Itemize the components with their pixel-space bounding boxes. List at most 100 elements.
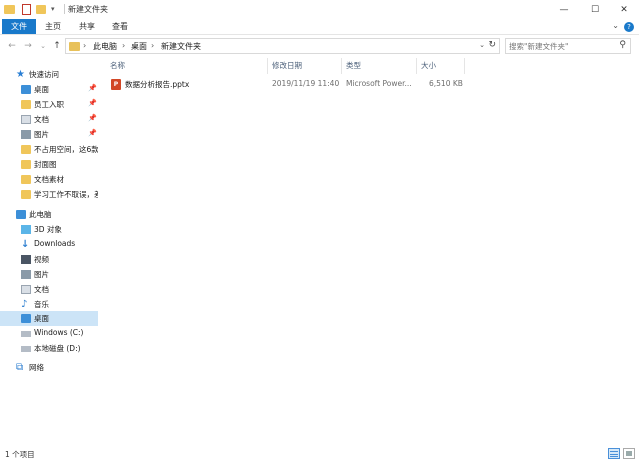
sidebar-item-label: 桌面: [34, 314, 49, 323]
sidebar-item-label: 文档素材: [34, 175, 64, 184]
search-box[interactable]: ⚲: [505, 38, 631, 54]
drive-icon: [21, 331, 31, 337]
forward-button[interactable]: →: [22, 39, 34, 53]
file-list: 名称 修改日期 类型 大小 P 数据分析报告.pptx 2019/11/19 1…: [104, 56, 639, 445]
drive-icon: [21, 346, 31, 352]
chevron-right-icon[interactable]: ›: [83, 41, 86, 50]
column-divider[interactable]: [267, 58, 268, 74]
item-count: 1 个项目: [5, 450, 35, 459]
recent-locations-button[interactable]: ⌄: [37, 39, 49, 53]
sidebar-item-label: 学习工作不取误，差: [34, 190, 98, 199]
file-size: 6,510 KB: [429, 79, 463, 88]
column-divider[interactable]: [341, 58, 342, 74]
sidebar-item-folder[interactable]: 学习工作不取误，差: [0, 187, 98, 202]
sidebar-item-label: 图片: [34, 130, 49, 139]
breadcrumb-desktop[interactable]: 桌面: [131, 41, 147, 52]
sidebar-item-3d-objects[interactable]: 3D 对象: [0, 222, 98, 237]
new-folder-icon[interactable]: [36, 3, 46, 15]
downloads-icon: ↓: [21, 239, 30, 250]
sidebar-item-label: 封面图: [34, 160, 57, 169]
file-name: 数据分析报告.pptx: [125, 80, 190, 89]
sidebar-item-folder[interactable]: 不占用空间，这6款: [0, 142, 98, 157]
properties-icon[interactable]: [22, 3, 31, 15]
sidebar-item-label: 本地磁盘 (D:): [34, 344, 81, 353]
sidebar-item-label: Windows (C:): [34, 328, 84, 337]
folder-icon: [21, 175, 31, 184]
customize-toolbar-icon[interactable]: ▾: [51, 3, 55, 15]
details-view-button[interactable]: [608, 448, 620, 459]
tab-home[interactable]: 主页: [36, 19, 70, 34]
tab-share[interactable]: 共享: [70, 19, 104, 34]
sidebar-item-music[interactable]: ♪ 音乐: [0, 297, 98, 312]
chevron-right-icon[interactable]: ›: [122, 41, 125, 50]
file-type: Microsoft Power...: [346, 79, 412, 88]
folder-icon: [21, 100, 31, 109]
sidebar-item-documents[interactable]: 文档 📌: [0, 112, 98, 127]
help-icon[interactable]: ?: [624, 22, 634, 32]
tab-view[interactable]: 查看: [103, 19, 137, 34]
sidebar-item-onboarding[interactable]: 员工入职 📌: [0, 97, 98, 112]
column-header-modified[interactable]: 修改日期: [272, 60, 302, 74]
breadcrumb-this-pc[interactable]: 此电脑: [93, 41, 117, 52]
maximize-button[interactable]: ☐: [580, 0, 610, 19]
sidebar-item-folder[interactable]: 文档素材: [0, 172, 98, 187]
sidebar-item-quick-access[interactable]: ★ 快速访问: [0, 67, 98, 82]
sidebar-item-drive-c[interactable]: Windows (C:): [0, 326, 98, 341]
sidebar-item-drive-d[interactable]: 本地磁盘 (D:): [0, 341, 98, 356]
network-icon: ⧉: [16, 362, 24, 373]
search-input[interactable]: [509, 40, 613, 52]
sidebar-item-desktop[interactable]: 桌面: [0, 311, 98, 326]
close-button[interactable]: ✕: [609, 0, 639, 19]
search-icon[interactable]: ⚲: [619, 40, 626, 50]
folder-icon: [21, 190, 31, 199]
sidebar-item-folder[interactable]: 封面图: [0, 157, 98, 172]
folder-icon: [21, 145, 31, 154]
powerpoint-file-icon: P: [111, 79, 121, 90]
column-divider[interactable]: [416, 58, 417, 74]
sidebar-item-pictures[interactable]: 图片 📌: [0, 127, 98, 142]
pin-icon: 📌: [88, 129, 97, 137]
pin-icon: 📌: [88, 99, 97, 107]
breadcrumb-new-folder[interactable]: 新建文件夹: [161, 41, 201, 52]
pin-icon: 📌: [88, 114, 97, 122]
navigation-pane: ★ 快速访问 桌面 📌 员工入职 📌 文档 📌 图片 📌 不占用空间，这6款 封…: [0, 56, 98, 445]
file-row[interactable]: P 数据分析报告.pptx 2019/11/19 11:40 Microsoft…: [108, 77, 468, 92]
sidebar-item-network[interactable]: ⧉ 网络: [0, 360, 98, 375]
desktop-icon: [21, 314, 31, 323]
back-button[interactable]: ←: [6, 39, 18, 53]
sidebar-item-label: 图片: [34, 270, 49, 279]
star-icon: ★: [16, 69, 25, 80]
column-header-name[interactable]: 名称: [110, 60, 125, 74]
sidebar-item-this-pc[interactable]: 此电脑: [0, 207, 98, 222]
sidebar-item-desktop[interactable]: 桌面 📌: [0, 82, 98, 97]
title-bar: ▾ 新建文件夹 — ☐ ✕: [0, 0, 639, 19]
sidebar-item-label: 此电脑: [29, 210, 52, 219]
column-header-type[interactable]: 类型: [346, 60, 361, 74]
address-bar[interactable]: › 此电脑 › 桌面 › 新建文件夹 ⌄ ↻: [65, 38, 500, 54]
column-header-size[interactable]: 大小: [421, 60, 436, 74]
sidebar-item-downloads[interactable]: ↓ Downloads: [0, 237, 98, 252]
address-dropdown-icon[interactable]: ⌄: [479, 41, 485, 49]
videos-icon: [21, 255, 31, 264]
chevron-right-icon[interactable]: ›: [151, 41, 154, 50]
sidebar-item-documents[interactable]: 文档: [0, 282, 98, 297]
computer-icon: [16, 210, 26, 219]
up-button[interactable]: ↑: [51, 39, 63, 53]
sidebar-item-label: 不占用空间，这6款: [34, 145, 98, 154]
pictures-icon: [21, 270, 31, 279]
sidebar-item-label: 员工入职: [34, 100, 64, 109]
status-bar: 1 个项目: [0, 445, 639, 463]
3d-objects-icon: [21, 225, 31, 234]
refresh-icon[interactable]: ↻: [488, 40, 496, 50]
sidebar-item-videos[interactable]: 视频: [0, 252, 98, 267]
documents-icon: [21, 285, 31, 294]
large-icons-view-button[interactable]: [623, 448, 635, 459]
pictures-icon: [21, 130, 31, 139]
sidebar-item-label: 桌面: [34, 85, 49, 94]
title-separator: [64, 4, 65, 14]
expand-ribbon-icon[interactable]: ⌄: [612, 21, 619, 30]
minimize-button[interactable]: —: [549, 0, 579, 19]
sidebar-item-pictures[interactable]: 图片: [0, 267, 98, 282]
tab-file[interactable]: 文件: [2, 19, 36, 34]
column-divider[interactable]: [464, 58, 465, 74]
